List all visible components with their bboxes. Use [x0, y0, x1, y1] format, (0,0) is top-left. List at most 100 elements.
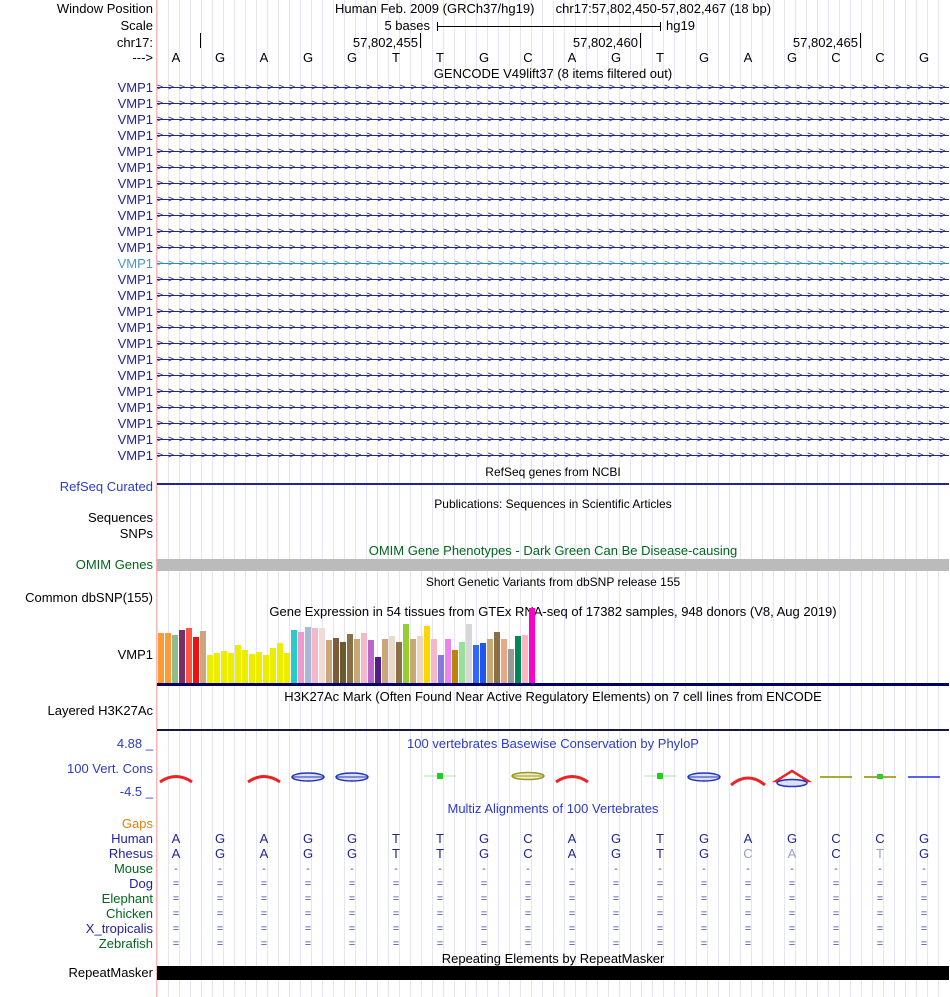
- gencode-gene-label[interactable]: VMP1: [0, 81, 153, 95]
- gtex-tissue-bar: [228, 653, 234, 683]
- alignment-base: G: [786, 831, 798, 846]
- gencode-gene-label[interactable]: VMP1: [0, 289, 153, 303]
- sequences-label[interactable]: Sequences: [0, 511, 153, 525]
- alignment-gap-symbol: =: [260, 923, 268, 935]
- species-label-elephant[interactable]: Elephant: [0, 892, 153, 906]
- ruler-tick-label: 57,802,460: [572, 35, 638, 50]
- gencode-gene-label[interactable]: VMP1: [0, 145, 153, 159]
- gencode-transcript-row[interactable]: >>>>>>>>>>>>>>>>>>>>>>>>>>>>>>>>>>>>>>>>…: [157, 128, 949, 144]
- gencode-transcript-row[interactable]: >>>>>>>>>>>>>>>>>>>>>>>>>>>>>>>>>>>>>>>>…: [157, 160, 949, 176]
- alignment-gap-symbol: =: [876, 893, 884, 905]
- alignment-gap-symbol: =: [700, 938, 708, 950]
- gtex-gene-label[interactable]: VMP1: [0, 648, 153, 662]
- gencode-gene-label[interactable]: VMP1: [0, 369, 153, 383]
- species-label-chicken[interactable]: Chicken: [0, 907, 153, 921]
- alignment-gap-symbol: =: [656, 938, 664, 950]
- alignment-gap-symbol: =: [260, 908, 268, 920]
- gencode-transcript-row[interactable]: >>>>>>>>>>>>>>>>>>>>>>>>>>>>>>>>>>>>>>>>…: [157, 192, 949, 208]
- gencode-gene-label[interactable]: VMP1: [0, 353, 153, 367]
- gencode-gene-label[interactable]: VMP1: [0, 97, 153, 111]
- gencode-gene-label[interactable]: VMP1: [0, 161, 153, 175]
- reference-base: G: [346, 50, 358, 65]
- gtex-tissue-bar: [466, 624, 472, 683]
- gtex-baseline: [157, 683, 949, 686]
- gencode-transcript-row[interactable]: >>>>>>>>>>>>>>>>>>>>>>>>>>>>>>>>>>>>>>>>…: [157, 112, 949, 128]
- species-label-dog[interactable]: Dog: [0, 877, 153, 891]
- alignment-base: G: [698, 831, 710, 846]
- alignment-base: T: [656, 831, 664, 846]
- gencode-transcript-row[interactable]: >>>>>>>>>>>>>>>>>>>>>>>>>>>>>>>>>>>>>>>>…: [157, 416, 949, 432]
- gencode-transcript-row[interactable]: >>>>>>>>>>>>>>>>>>>>>>>>>>>>>>>>>>>>>>>>…: [157, 352, 949, 368]
- gencode-gene-label[interactable]: VMP1: [0, 385, 153, 399]
- gencode-gene-label[interactable]: VMP1: [0, 449, 153, 463]
- phylop-track-title: 100 vertebrates Basewise Conservation by…: [407, 736, 699, 751]
- gencode-gene-label[interactable]: VMP1: [0, 241, 153, 255]
- alignment-gap-symbol: =: [392, 938, 400, 950]
- transcript-direction-arrows: >>>>>>>>>>>>>>>>>>>>>>>>>>>>>>>>>>>>>>>>…: [157, 208, 949, 224]
- repeatmasker-track-title: Repeating Elements by RepeatMasker: [441, 951, 665, 966]
- repeatmasker-item[interactable]: [157, 966, 949, 980]
- gtex-tissue-bar: [277, 643, 283, 683]
- gencode-transcript-row[interactable]: >>>>>>>>>>>>>>>>>>>>>>>>>>>>>>>>>>>>>>>>…: [157, 208, 949, 224]
- gencode-transcript-row[interactable]: >>>>>>>>>>>>>>>>>>>>>>>>>>>>>>>>>>>>>>>>…: [157, 176, 949, 192]
- alignment-gap-symbol: =: [612, 938, 620, 950]
- gencode-transcript-row[interactable]: >>>>>>>>>>>>>>>>>>>>>>>>>>>>>>>>>>>>>>>>…: [157, 400, 949, 416]
- alignment-gap-symbol: =: [172, 893, 180, 905]
- snps-label[interactable]: SNPs: [0, 527, 153, 541]
- gtex-tissue-bar: [284, 653, 290, 683]
- gencode-gene-label[interactable]: VMP1: [0, 337, 153, 351]
- h3k27ac-signal-baseline[interactable]: [157, 729, 949, 731]
- gencode-transcript-row[interactable]: >>>>>>>>>>>>>>>>>>>>>>>>>>>>>>>>>>>>>>>>…: [157, 144, 949, 160]
- gencode-transcript-row[interactable]: >>>>>>>>>>>>>>>>>>>>>>>>>>>>>>>>>>>>>>>>…: [157, 320, 949, 336]
- alignment-gap-symbol: =: [876, 878, 884, 890]
- gencode-gene-label[interactable]: VMP1: [0, 225, 153, 239]
- gencode-transcript-row[interactable]: >>>>>>>>>>>>>>>>>>>>>>>>>>>>>>>>>>>>>>>>…: [157, 272, 949, 288]
- conservation-track-label[interactable]: 100 Vert. Cons: [0, 762, 153, 776]
- gencode-transcript-row[interactable]: >>>>>>>>>>>>>>>>>>>>>>>>>>>>>>>>>>>>>>>>…: [157, 448, 949, 464]
- gencode-gene-label[interactable]: VMP1: [0, 321, 153, 335]
- gencode-gene-label[interactable]: VMP1: [0, 417, 153, 431]
- alignment-base: A: [567, 831, 577, 846]
- gencode-transcript-row[interactable]: >>>>>>>>>>>>>>>>>>>>>>>>>>>>>>>>>>>>>>>>…: [157, 240, 949, 256]
- gencode-transcript-row[interactable]: >>>>>>>>>>>>>>>>>>>>>>>>>>>>>>>>>>>>>>>>…: [157, 304, 949, 320]
- gencode-transcript-row[interactable]: >>>>>>>>>>>>>>>>>>>>>>>>>>>>>>>>>>>>>>>>…: [157, 288, 949, 304]
- gencode-transcript-row[interactable]: >>>>>>>>>>>>>>>>>>>>>>>>>>>>>>>>>>>>>>>>…: [157, 432, 949, 448]
- gencode-gene-label[interactable]: VMP1: [0, 113, 153, 127]
- gencode-transcript-row[interactable]: >>>>>>>>>>>>>>>>>>>>>>>>>>>>>>>>>>>>>>>>…: [157, 368, 949, 384]
- reference-base: G: [786, 50, 798, 65]
- common-dbsnp-label[interactable]: Common dbSNP(155): [0, 591, 153, 605]
- gencode-transcript-row[interactable]: >>>>>>>>>>>>>>>>>>>>>>>>>>>>>>>>>>>>>>>>…: [157, 80, 949, 96]
- refseq-curated-item[interactable]: [157, 483, 949, 485]
- species-label-human[interactable]: Human: [0, 832, 153, 846]
- gencode-gene-label[interactable]: VMP1: [0, 193, 153, 207]
- alignment-gap-symbol: =: [524, 938, 532, 950]
- gaps-label[interactable]: Gaps: [0, 817, 153, 831]
- gencode-transcript-row[interactable]: >>>>>>>>>>>>>>>>>>>>>>>>>>>>>>>>>>>>>>>>…: [157, 384, 949, 400]
- gencode-gene-label[interactable]: VMP1: [0, 305, 153, 319]
- gencode-gene-label[interactable]: VMP1: [0, 209, 153, 223]
- gencode-gene-label[interactable]: VMP1: [0, 273, 153, 287]
- species-label-zebrafish[interactable]: Zebrafish: [0, 937, 153, 951]
- gencode-transcript-row[interactable]: >>>>>>>>>>>>>>>>>>>>>>>>>>>>>>>>>>>>>>>>…: [157, 224, 949, 240]
- gencode-gene-label[interactable]: VMP1: [0, 257, 153, 271]
- species-label-rhesus[interactable]: Rhesus: [0, 847, 153, 861]
- species-label-x_tropicalis[interactable]: X_tropicalis: [0, 922, 153, 936]
- repeatmasker-label[interactable]: RepeatMasker: [0, 966, 153, 980]
- conservation-glyph-red-arc: [552, 764, 592, 790]
- conservation-glyph-olive-dash-green-dot: [860, 764, 900, 790]
- gencode-gene-label[interactable]: VMP1: [0, 433, 153, 447]
- gtex-tissue-bar: [249, 654, 255, 683]
- gencode-gene-label[interactable]: VMP1: [0, 129, 153, 143]
- omim-genes-label[interactable]: OMIM Genes: [0, 558, 153, 572]
- gencode-transcript-row[interactable]: >>>>>>>>>>>>>>>>>>>>>>>>>>>>>>>>>>>>>>>>…: [157, 96, 949, 112]
- layered-h3k27ac-label[interactable]: Layered H3K27Ac: [0, 704, 153, 718]
- gencode-transcript-row[interactable]: >>>>>>>>>>>>>>>>>>>>>>>>>>>>>>>>>>>>>>>>…: [157, 336, 949, 352]
- gencode-gene-label[interactable]: VMP1: [0, 177, 153, 191]
- gencode-gene-label[interactable]: VMP1: [0, 401, 153, 415]
- omim-gene-item[interactable]: [157, 559, 949, 571]
- refseq-curated-label[interactable]: RefSeq Curated: [0, 480, 153, 494]
- species-label-mouse[interactable]: Mouse: [0, 862, 153, 876]
- gencode-transcript-row[interactable]: >>>>>>>>>>>>>>>>>>>>>>>>>>>>>>>>>>>>>>>>…: [157, 256, 949, 272]
- alignment-gap-symbol: -: [834, 863, 838, 875]
- alignment-gap-symbol: =: [260, 938, 268, 950]
